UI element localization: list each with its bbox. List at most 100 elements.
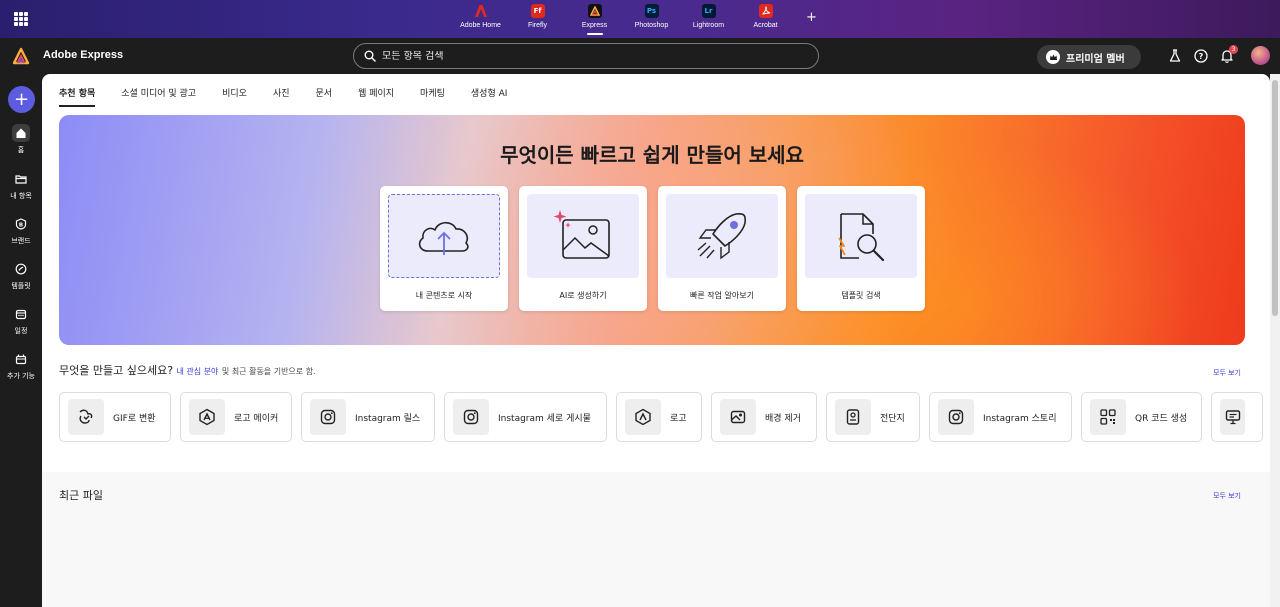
app-photoshop[interactable]: Ps Photoshop	[623, 4, 680, 29]
rail-item-home[interactable]: 홈	[0, 124, 42, 155]
tab-web-page[interactable]: 웹 페이지	[358, 86, 394, 107]
tab-photo[interactable]: 사진	[273, 86, 290, 107]
create-section-header: 무엇을 만들고 싶으세요? 내 관심 분야 및 최근 활동을 기반으로 함.	[59, 362, 316, 378]
premium-member-label: 프리미엄 멤버	[1066, 53, 1125, 65]
quick-action-label: QR 코드 생성	[1135, 413, 1188, 424]
quick-action-remove-background[interactable]: 배경 제거	[711, 392, 817, 442]
quick-action-label: 로고 메이커	[234, 413, 279, 424]
rail-item-templates[interactable]: 템플릿	[0, 260, 42, 291]
recent-view-all-link[interactable]: 모두 보기	[1213, 491, 1241, 501]
quick-action-label: 전단지	[880, 413, 905, 424]
app-adobe-home[interactable]: Adobe Home	[452, 4, 509, 29]
rail-item-label: 내 항목	[10, 192, 32, 200]
adobe-home-icon	[474, 4, 488, 18]
interest-link[interactable]: 내 관심 분야	[177, 367, 219, 376]
tab-marketing[interactable]: 마케팅	[420, 86, 445, 107]
rocket-icon	[666, 194, 778, 278]
create-view-all-link[interactable]: 모두 보기	[1213, 368, 1241, 378]
quick-action-label: Instagram 릴스	[355, 413, 421, 424]
hero-cards: 내 콘텐츠로 시작 AI로 생성하기 빠른 작업 알아보기 템플릿 검색	[380, 186, 925, 311]
quick-action-logo[interactable]: 로고	[616, 392, 702, 442]
app-express[interactable]: Express	[566, 4, 623, 35]
tab-generative-ai[interactable]: 생성형 AI	[471, 86, 508, 107]
recent-files-title: 최근 파일	[59, 489, 103, 502]
express-icon	[587, 4, 602, 18]
template-icon	[12, 260, 30, 278]
search-input[interactable]	[382, 50, 782, 62]
quick-action-flyer[interactable]: 전단지	[826, 392, 920, 442]
tab-video[interactable]: 비디오	[222, 86, 247, 107]
quick-action-presentation[interactable]	[1211, 392, 1263, 442]
template-search-icon	[805, 194, 917, 278]
card-label: 내 콘텐츠로 시작	[415, 291, 473, 300]
flyer-icon	[835, 399, 871, 435]
search-bar[interactable]	[353, 43, 819, 69]
adobe-express-logo[interactable]	[12, 47, 30, 65]
folder-icon	[12, 170, 30, 188]
gif-icon	[68, 399, 104, 435]
scrollbar-thumb[interactable]	[1272, 80, 1278, 316]
quick-actions-card[interactable]: 빠른 작업 알아보기	[658, 186, 786, 311]
quick-action-label: Instagram 세로 게시물	[498, 413, 591, 424]
recent-files-section: 최근 파일 모두 보기	[42, 472, 1270, 607]
firefly-icon: Ff	[530, 4, 545, 18]
app-acrobat[interactable]: Acrobat	[737, 4, 794, 29]
app-lightroom[interactable]: Lr Lightroom	[680, 4, 737, 29]
rail-item-schedule[interactable]: 일정	[0, 305, 42, 336]
card-label: 빠른 작업 알아보기	[690, 291, 754, 300]
express-header: Adobe Express 프리미엄 멤버 ? 3	[0, 38, 1280, 74]
rail-item-brand[interactable]: B 브랜드	[0, 215, 42, 246]
instagram-icon	[938, 399, 974, 435]
start-with-content-card[interactable]: 내 콘텐츠로 시작	[380, 186, 508, 311]
main-scrollbar[interactable]	[1270, 74, 1280, 607]
tab-recommended[interactable]: 추천 항목	[59, 86, 96, 107]
search-icon	[364, 50, 376, 62]
acrobat-icon	[758, 4, 773, 18]
app-switcher-bar: Adobe Home Ff Firefly Express Ps Photosh…	[0, 0, 1280, 38]
quick-action-qr-code[interactable]: QR 코드 생성	[1081, 392, 1202, 442]
app-firefly[interactable]: Ff Firefly	[509, 4, 566, 29]
apps-grid-icon[interactable]	[14, 12, 28, 26]
card-label: 템플릿 검색	[841, 291, 881, 300]
create-section-subtitle: 및 최근 활동을 기반으로 함.	[221, 367, 316, 376]
add-app-icon[interactable]: +	[806, 10, 817, 25]
quick-action-logo-maker[interactable]: 로고 메이커	[180, 392, 292, 442]
quick-action-gif[interactable]: GIF로 변환	[59, 392, 171, 442]
template-search-card[interactable]: 템플릿 검색	[797, 186, 925, 311]
rail-item-my-items[interactable]: 내 항목	[0, 170, 42, 201]
qr-code-icon	[1090, 399, 1126, 435]
create-section-title: 무엇을 만들고 싶으세요?	[59, 364, 174, 377]
notification-badge: 3	[1229, 45, 1238, 54]
svg-text:?: ?	[1199, 52, 1204, 61]
avatar[interactable]	[1251, 46, 1270, 65]
tab-document[interactable]: 문서	[316, 86, 333, 107]
quick-action-list: GIF로 변환 로고 메이커 Instagram 릴스 Instagram 세로…	[59, 392, 1263, 442]
crown-icon	[1046, 50, 1060, 64]
rail-item-label: 템플릿	[11, 282, 31, 290]
premium-member-button[interactable]: 프리미엄 멤버	[1037, 45, 1141, 69]
help-icon[interactable]: ?	[1193, 48, 1209, 64]
tab-social-media-ads[interactable]: 소셜 미디어 및 광고	[121, 86, 196, 107]
quick-action-label: 배경 제거	[765, 413, 801, 424]
rail-item-addons[interactable]: 추가 기능	[0, 350, 42, 381]
generate-with-ai-card[interactable]: AI로 생성하기	[519, 186, 647, 311]
svg-text:B: B	[19, 222, 23, 228]
photoshop-icon: Ps	[644, 4, 659, 18]
rail-item-label: 브랜드	[11, 237, 31, 245]
lightroom-icon: Lr	[701, 4, 716, 18]
quick-action-label: GIF로 변환	[113, 413, 156, 424]
category-tabs: 추천 항목 소셜 미디어 및 광고 비디오 사진 문서 웹 페이지 마케팅 생성…	[59, 86, 533, 107]
hero-banner: 무엇이든 빠르고 쉽게 만들어 보세요 내 콘텐츠로 시작 AI로 생성하기 빠…	[59, 115, 1245, 345]
hero-title: 무엇이든 빠르고 쉽게 만들어 보세요	[500, 143, 804, 167]
labs-flask-icon[interactable]	[1167, 48, 1183, 64]
rail-item-label: 일정	[14, 327, 28, 335]
quick-action-instagram-portrait-post[interactable]: Instagram 세로 게시물	[444, 392, 607, 442]
create-new-button[interactable]: +	[8, 86, 35, 113]
rail-item-label: 홈	[17, 146, 25, 154]
brand-name: Adobe Express	[43, 49, 124, 61]
ai-image-icon	[527, 194, 639, 278]
instagram-icon	[453, 399, 489, 435]
quick-action-instagram-reels[interactable]: Instagram 릴스	[301, 392, 435, 442]
calendar-icon	[12, 305, 30, 323]
quick-action-instagram-story[interactable]: Instagram 스토리	[929, 392, 1072, 442]
